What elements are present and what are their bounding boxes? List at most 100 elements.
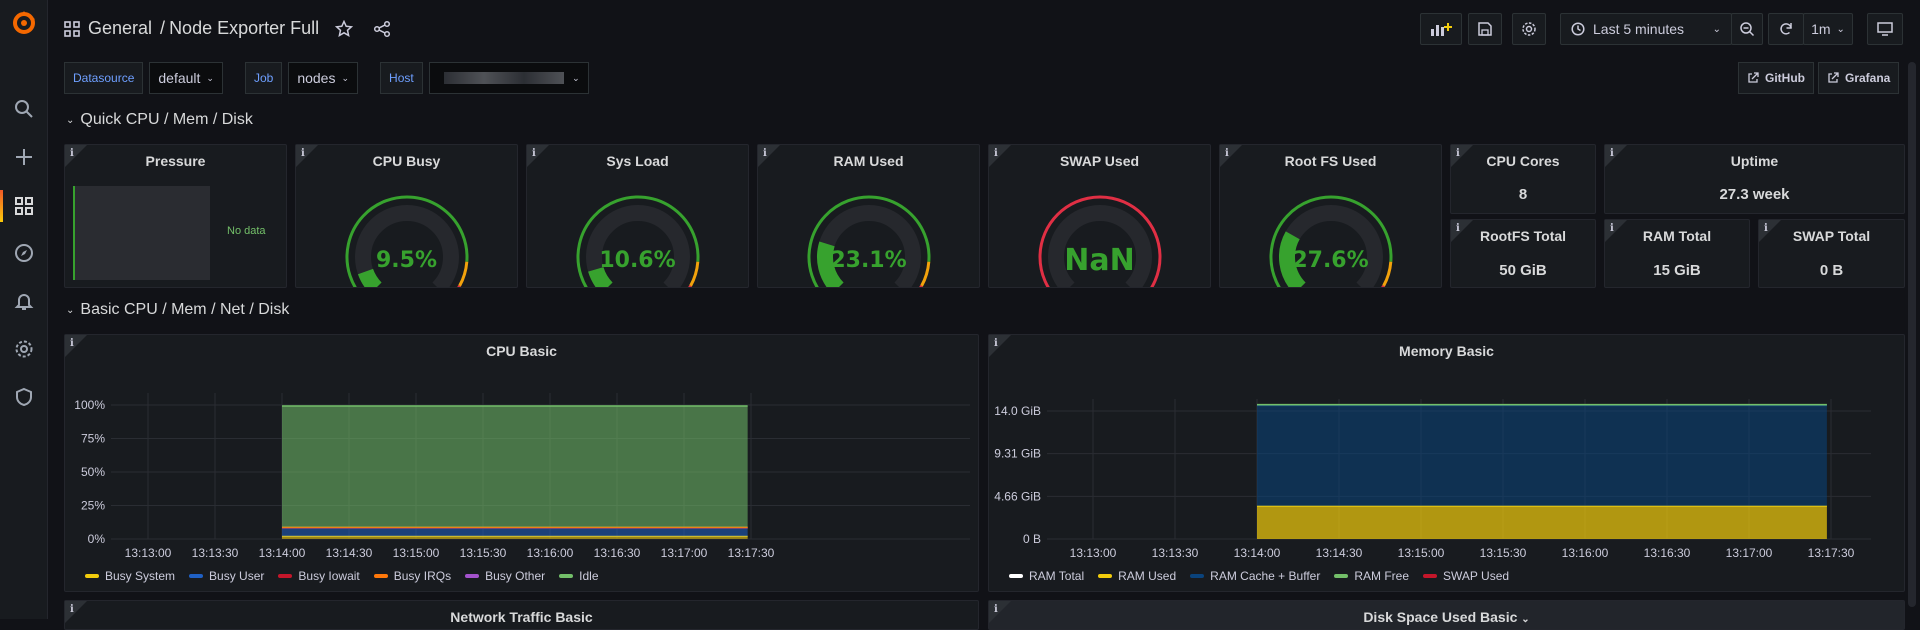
legend-swatch [85,574,99,578]
panel-ram-total[interactable]: i RAM Total 15 GiB [1604,219,1750,288]
x-tick-label: 13:13:30 [1152,546,1199,560]
save-icon [1478,22,1492,36]
add-panel-button[interactable] [1420,13,1462,45]
panel-gauge[interactable]: i Root FS Used 27.6% [1219,144,1442,288]
legend-label: Idle [579,569,599,583]
memory-basic-legend: RAM Total RAM Used RAM Cache + Buffer RAM F… [1009,569,1509,583]
x-tick-label: 13:16:30 [594,546,641,560]
dashboard-title-group: General / Node Exporter Full [64,18,391,39]
save-dashboard-button[interactable] [1468,13,1502,45]
x-tick-label: 13:14:30 [326,546,373,560]
panel-title: Root FS Used [1284,153,1377,169]
panel-cpu-cores[interactable]: i CPU Cores 8 [1450,144,1596,214]
chevron-down-icon: ⌄ [1712,23,1721,35]
legend-item[interactable]: Busy Iowait [278,569,360,583]
y-tick-label: 75% [81,432,105,446]
panel-gauge[interactable]: i Sys Load 10.6% [526,144,749,288]
share-icon[interactable] [373,20,391,38]
panel-title: RAM Used [833,153,904,169]
dashboard-settings-button[interactable] [1512,13,1546,45]
legend-label: RAM Free [1354,569,1410,583]
legend-item[interactable]: RAM Used [1098,569,1176,583]
dashboard-navbar: General / Node Exporter Full Last 5 minu… [48,0,1920,58]
panel-gauge[interactable]: i CPU Busy 9.5% [295,144,518,288]
panel-title: CPU Cores [1486,153,1560,169]
title-separator: / [160,18,166,38]
row-header-basic[interactable]: ⌄ Basic CPU / Mem / Net / Disk [66,301,289,319]
panel-title-text: Disk Space Used Basic [1363,609,1518,625]
legend-item[interactable]: SWAP Used [1423,569,1509,583]
legend-item[interactable]: RAM Cache + Buffer [1190,569,1320,583]
legend-swatch [1098,574,1113,578]
time-picker-button[interactable]: Last 5 minutes ⌄ [1560,13,1732,45]
alerting-bell-icon[interactable] [14,291,34,311]
panel-swap-total[interactable]: i SWAP Total 0 B [1758,219,1905,288]
gauge-threshold [1381,285,1385,287]
folder-link[interactable]: General [88,18,152,39]
y-tick-label: 14.0 GiB [994,404,1041,418]
panel-title: CPU Basic [486,343,557,359]
legend-swatch [189,574,204,578]
x-tick-label: 13:15:30 [460,546,507,560]
row-header-quick[interactable]: ⌄ Quick CPU / Mem / Disk [66,111,253,129]
configuration-gear-icon[interactable] [14,339,34,359]
legend-item[interactable]: RAM Free [1334,569,1409,583]
legend-swatch [1009,574,1023,578]
variable-select-job[interactable]: nodes ⌄ [288,62,359,94]
panel-memory-basic[interactable]: i Memory Basic 13:13:00 13:13:30 13:14:00 1… [988,334,1905,592]
panel-uptime[interactable]: i Uptime 27.3 week [1604,144,1905,214]
legend-item[interactable]: Busy System [85,569,175,583]
dashboard-title[interactable]: Node Exporter Full [169,18,319,39]
variable-select-host[interactable]: ⌄ [428,62,589,94]
dashboards-icon[interactable] [14,196,34,216]
panel-cpu-basic[interactable]: i CPU Basic 13:13:00 13:13:30 13:14:00 13:1… [64,334,979,592]
chevron-down-icon: ⌄ [572,72,580,83]
refresh-button[interactable] [1768,13,1804,45]
legend-item[interactable]: RAM Total [1009,569,1084,583]
panel-title: Pressure [145,153,206,169]
variable-select-datasource[interactable]: default ⌄ [149,62,223,94]
legend-item[interactable]: Idle [559,569,599,583]
variable-label-datasource: Datasource [64,62,144,94]
cpu-basic-chart[interactable]: 13:13:00 13:13:30 13:14:00 13:14:30 13:15:00… [65,375,980,575]
chevron-down-icon: ⌄ [1836,23,1845,35]
legend-label: Busy Other [485,569,546,583]
x-tick-label: 13:17:00 [1726,546,1773,560]
memory-basic-chart[interactable]: 13:13:00 13:13:30 13:14:00 13:14:30 13:15:00… [989,375,1906,575]
active-indicator [0,190,3,222]
chevron-down-icon: ⌄ [341,72,350,83]
panel-rootfs-total[interactable]: i RootFS Total 50 GiB [1450,219,1596,288]
refresh-interval-picker[interactable]: 1m ⌄ [1803,13,1853,45]
panel-title: CPU Busy [372,153,441,169]
legend-item[interactable]: Busy Other [465,569,545,583]
y-tick-label: 25% [81,499,105,513]
zoom-out-button[interactable] [1731,13,1763,45]
stat-value: 50 GiB [1499,262,1547,279]
x-tick-label: 13:13:00 [125,546,172,560]
panel-title: RAM Total [1642,228,1712,244]
panel-title: Memory Basic [1399,343,1494,359]
legend-item[interactable]: Busy User [189,569,264,583]
panel-title: Sys Load [606,153,669,169]
server-admin-shield-icon[interactable] [14,387,34,407]
grafana-link[interactable]: Grafana [1818,62,1900,94]
panel-gauge[interactable]: i SWAP Used NaN [988,144,1211,288]
tv-mode-button[interactable] [1867,13,1903,45]
page-scrollbar[interactable] [1908,62,1916,607]
panel-network-traffic-basic[interactable]: i Network Traffic Basic [64,600,979,630]
panel-pressure[interactable]: i Pressure No data [64,144,287,288]
legend-item[interactable]: Busy IRQs [373,569,451,583]
legend-label: RAM Used [1118,569,1177,583]
search-icon[interactable] [14,99,34,119]
legend-label: Busy System [105,569,176,583]
panel-gauge[interactable]: i RAM Used 23.1% [757,144,980,288]
x-tick-label: 13:14:00 [1234,546,1281,560]
panel-disk-space-used-basic[interactable]: i Disk Space Used Basic ⌄ [988,600,1905,630]
plus-icon[interactable] [14,147,34,167]
explore-compass-icon[interactable] [14,243,34,263]
zoom-out-icon [1740,22,1755,37]
y-tick-label: 100% [74,398,105,412]
github-link[interactable]: GitHub [1738,62,1814,94]
star-icon[interactable] [335,19,354,38]
grafana-logo-icon[interactable] [11,10,37,36]
